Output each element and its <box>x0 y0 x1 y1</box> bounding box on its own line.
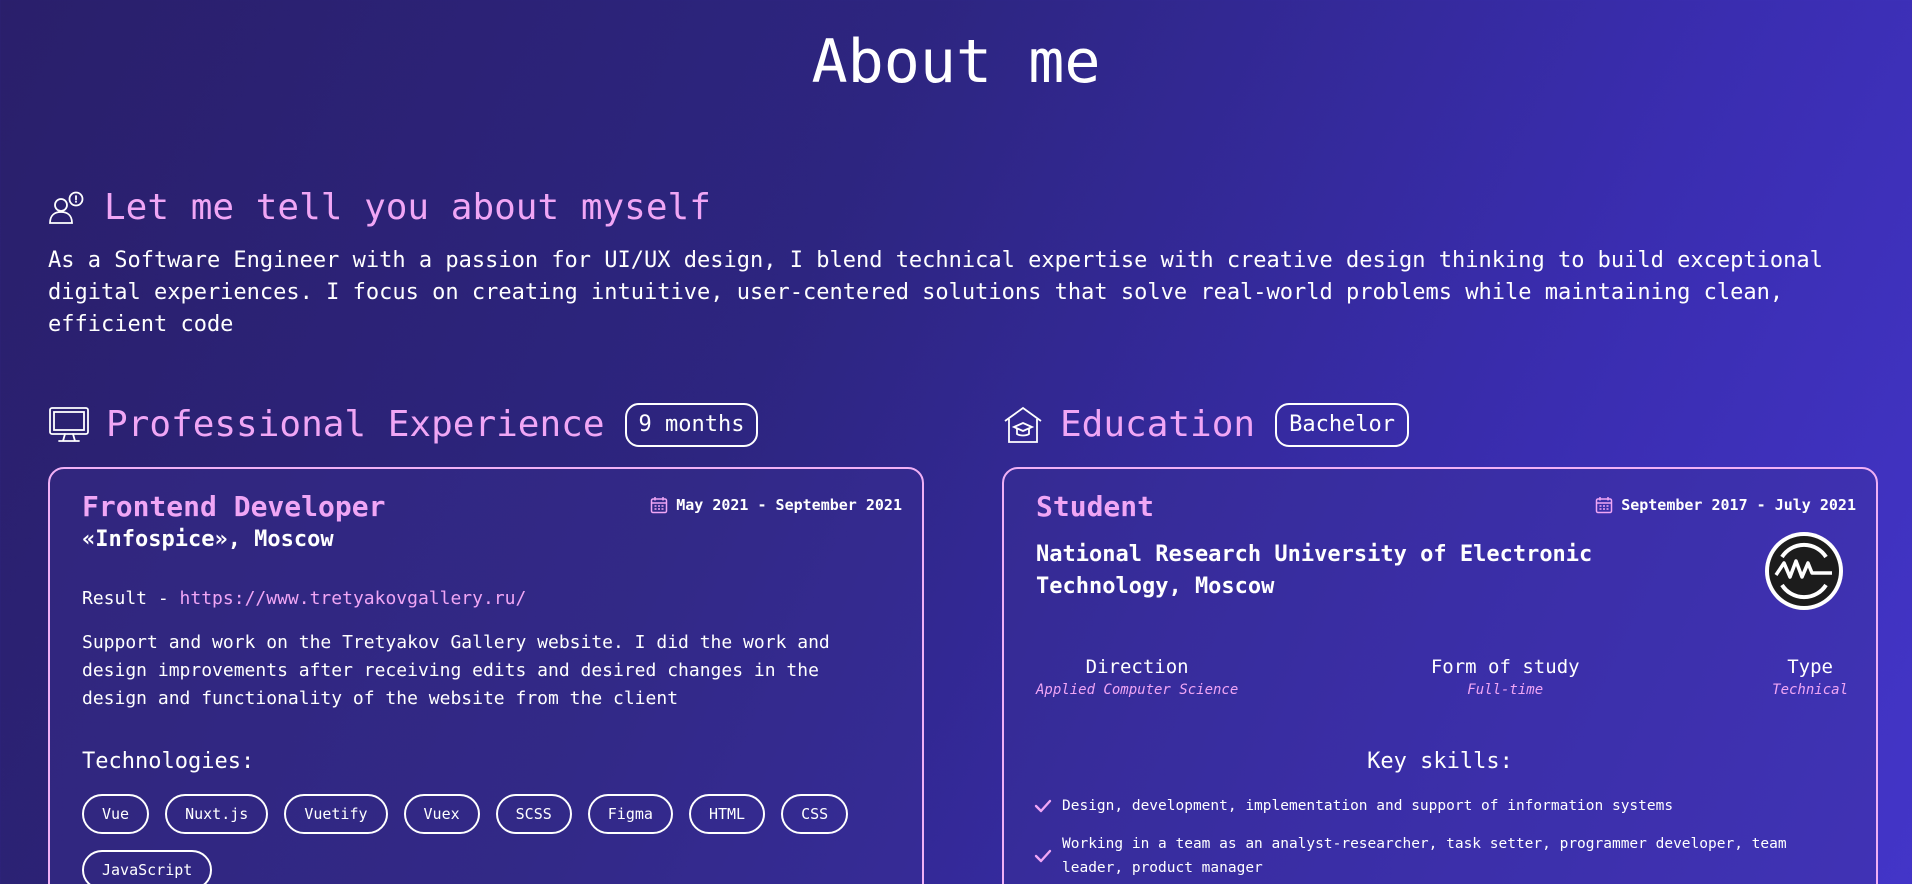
fact-value: Applied Computer Science <box>1036 682 1239 698</box>
tech-chip-scss: SCSS <box>495 794 572 834</box>
tech-chip-vuex: Vuex <box>403 794 480 834</box>
tech-chip-html: HTML <box>688 794 766 834</box>
skill-text: Design, development, implementation and … <box>1062 798 1674 814</box>
fact-label: Type <box>1787 656 1833 678</box>
page-title: About me <box>811 27 1101 97</box>
monitor-icon <box>48 405 90 445</box>
experience-technologies-title: Technologies: <box>82 749 255 774</box>
experience-technologies-list: Vue Nuxt.js Vuetify Vuex SCSS Figma HTML… <box>82 794 882 884</box>
education-date-text: September 2017 - July 2021 <box>1621 496 1856 514</box>
education-card: Student September 2017 - July 2021 Natio… <box>1002 467 1878 884</box>
calendar-icon <box>650 496 668 514</box>
list-item: Design, development, implementation and … <box>1034 794 1846 818</box>
about-heading-row: Let me tell you about myself <box>48 186 711 230</box>
tech-chip-vuetify: Vuetify <box>284 794 388 834</box>
experience-result-link[interactable]: https://www.tretyakovgallery.ru/ <box>180 588 527 609</box>
experience-date: May 2021 - September 2021 <box>650 495 902 515</box>
fact-label: Direction <box>1085 656 1189 678</box>
calendar-icon <box>1595 496 1613 514</box>
tech-chip-javascript: JavaScript <box>82 850 213 884</box>
experience-card: Frontend Developer May 2021 - September … <box>48 467 924 884</box>
list-item: Working in a team as an analyst-research… <box>1034 832 1846 880</box>
school-building-icon <box>1002 405 1044 445</box>
fact-value: Technical <box>1772 682 1848 698</box>
experience-date-text: May 2021 - September 2021 <box>676 496 902 514</box>
tech-chip-nuxt: Nuxt.js <box>165 794 269 834</box>
fact-value: Full-time <box>1467 682 1544 698</box>
education-degree-badge: Bachelor <box>1275 403 1410 447</box>
experience-company: «Infospice», Moscow <box>82 527 334 552</box>
education-fact-type: Type Technical <box>1772 654 1848 700</box>
education-date: September 2017 - July 2021 <box>1595 495 1856 515</box>
education-university: National Research University of Electron… <box>1036 542 1593 599</box>
about-heading: Let me tell you about myself <box>104 187 711 228</box>
education-heading: Education <box>1060 404 1256 445</box>
experience-heading: Professional Experience <box>106 404 605 445</box>
about-text: As a Software Engineer with a passion fo… <box>48 248 1823 337</box>
tech-chip-css: CSS <box>781 794 849 834</box>
fact-label: Form of study <box>1430 656 1580 678</box>
experience-duration-badge: 9 months <box>624 403 759 447</box>
skill-text: Working in a team as an analyst-research… <box>1062 836 1787 876</box>
experience-description: Support and work on the Tretyakov Galler… <box>82 632 830 709</box>
university-logo-icon <box>1764 531 1844 611</box>
education-skills-title: Key skills: <box>1367 749 1513 774</box>
experience-heading-row: Professional Experience 9 months <box>48 403 759 447</box>
experience-result: Result - https://www.tretyakovgallery.ru… <box>82 587 526 611</box>
experience-result-label: Result - <box>82 588 180 609</box>
education-facts: Direction Applied Computer Science Form … <box>1036 654 1848 700</box>
tech-chip-figma: Figma <box>587 794 673 834</box>
experience-role: Frontend Developer <box>82 490 386 523</box>
tech-chip-vue: Vue <box>82 794 150 834</box>
education-role: Student <box>1036 490 1155 523</box>
education-fact-form: Form of study Full-time <box>1431 654 1580 700</box>
education-skills-list: Design, development, implementation and … <box>1034 794 1846 884</box>
check-icon <box>1034 848 1052 864</box>
education-fact-direction: Direction Applied Computer Science <box>1036 654 1238 700</box>
check-icon <box>1034 798 1052 814</box>
person-speech-icon <box>48 191 86 225</box>
education-heading-row: Education Bachelor <box>1002 403 1410 447</box>
